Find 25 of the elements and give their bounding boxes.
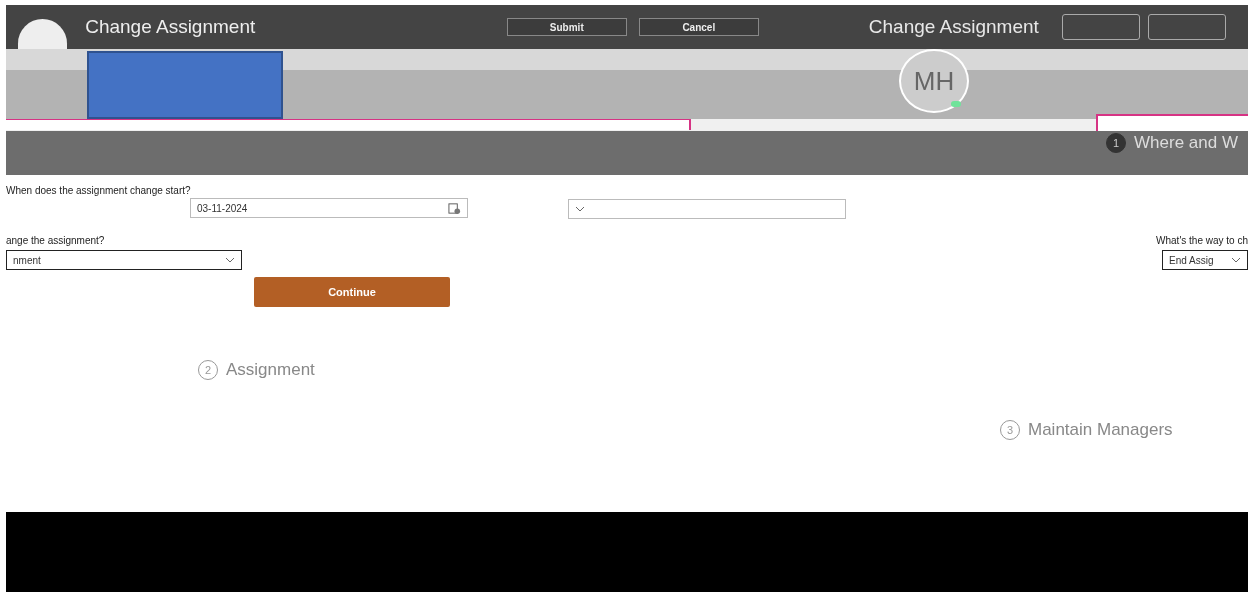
step-label: Maintain Managers — [1028, 420, 1173, 440]
outline-button[interactable] — [1148, 14, 1226, 40]
page-title: Change Assignment — [868, 16, 1040, 38]
chevron-down-icon — [225, 257, 235, 263]
date-field[interactable]: 03-11-2024 — [190, 198, 468, 218]
field-label: When does the assignment change start? — [6, 185, 192, 196]
step-label: Assignment — [226, 360, 315, 380]
chevron-down-icon — [1231, 257, 1241, 263]
outline-button[interactable] — [1062, 14, 1140, 40]
avatar: MH — [899, 49, 969, 113]
header-button[interactable]: Submit — [506, 18, 627, 36]
select-field[interactable] — [568, 199, 846, 219]
step-number: 1 — [1106, 133, 1127, 153]
page-title: Change Assignment — [85, 16, 257, 38]
calendar-icon — [448, 201, 461, 215]
field-label: ange the assignment? — [6, 235, 106, 246]
field-label: What's the way to ch — [1156, 235, 1248, 246]
select-field[interactable]: nment — [6, 250, 242, 270]
select-field[interactable]: End Assig — [1162, 250, 1248, 270]
header-button[interactable]: Cancel — [638, 18, 759, 36]
continue-button[interactable]: Continue — [254, 277, 450, 307]
step-label: Where and W — [1134, 133, 1238, 153]
avatar-icon — [18, 19, 68, 49]
presence-icon — [951, 101, 961, 107]
chevron-down-icon — [575, 206, 585, 212]
